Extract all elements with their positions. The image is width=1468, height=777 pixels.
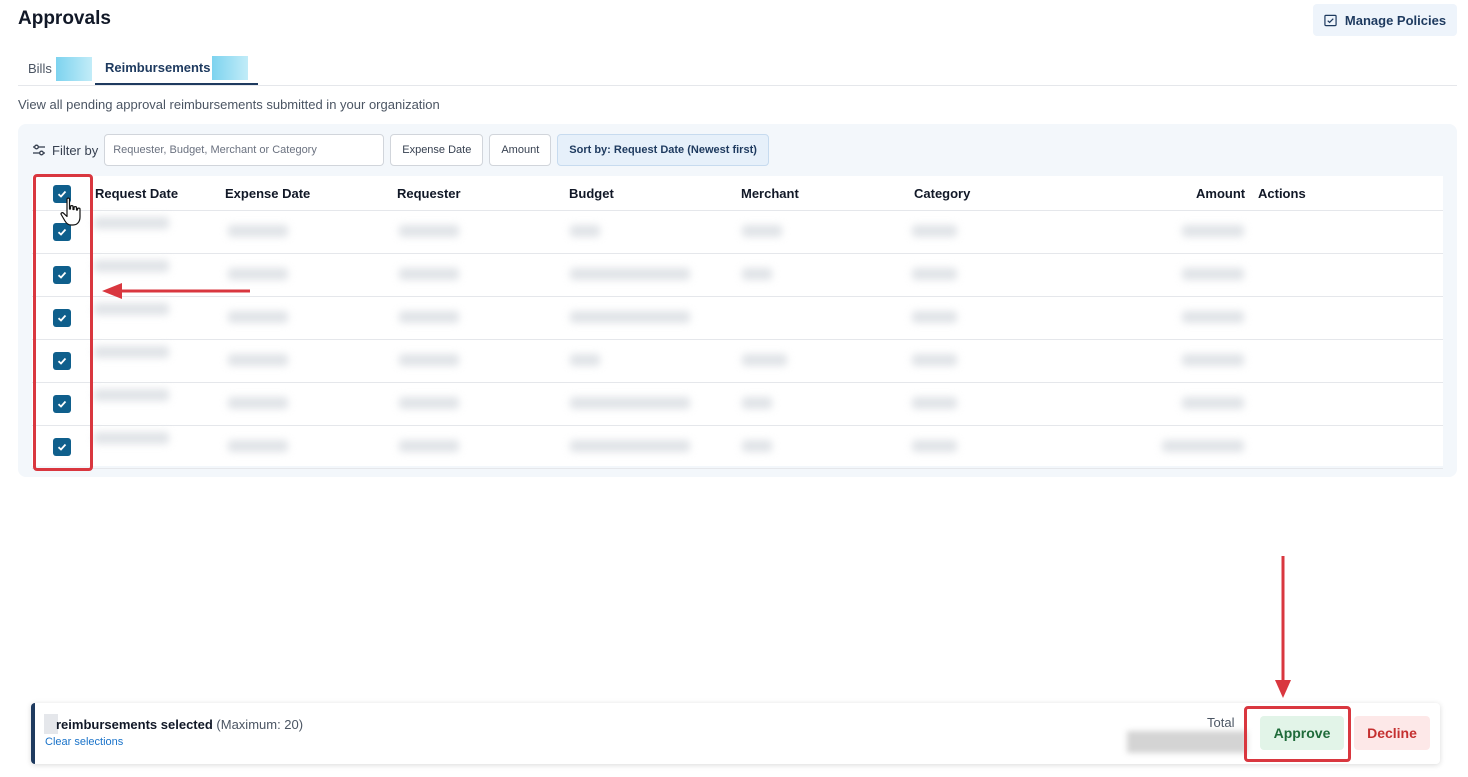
redacted-cell — [399, 225, 459, 237]
redacted-cell — [228, 311, 288, 323]
selection-text: reimbursements selected — [56, 717, 213, 732]
decline-button[interactable]: Decline — [1354, 716, 1430, 750]
redacted-cell — [399, 311, 459, 323]
reimbursements-card: Filter by Expense Date Amount Sort by: R… — [18, 124, 1457, 477]
column-actions: Actions — [1258, 186, 1306, 201]
amount-filter[interactable]: Amount — [489, 134, 552, 166]
redacted-cell — [1182, 225, 1244, 237]
column-expense-date[interactable]: Expense Date — [225, 186, 310, 201]
tab-bar: Bills Reimbursements — [18, 50, 1457, 86]
reimbursements-table: Request Date Expense Date Requester Budg… — [32, 176, 1443, 469]
down-arrow — [1275, 556, 1291, 698]
tab-bills-label: Bills — [28, 61, 52, 76]
total-label: Total — [1207, 715, 1235, 730]
redacted-cell — [570, 440, 690, 452]
redacted-cell — [399, 354, 459, 366]
hand-cursor-icon — [60, 197, 81, 226]
filter-label: Filter by — [32, 143, 98, 158]
table-row[interactable] — [32, 211, 1443, 254]
redacted-cell — [94, 432, 169, 444]
table-header: Request Date Expense Date Requester Budg… — [32, 176, 1443, 211]
redacted-cell — [399, 397, 459, 409]
manage-policies-button[interactable]: Manage Policies — [1313, 4, 1457, 36]
tab-reimbursements-badge — [212, 55, 249, 80]
redacted-cell — [912, 268, 957, 280]
table-row[interactable] — [32, 426, 1443, 469]
redacted-cell — [1182, 268, 1244, 280]
redacted-cell — [94, 217, 169, 229]
selection-maximum: (Maximum: 20) — [216, 717, 304, 732]
redacted-cell — [742, 268, 772, 280]
column-budget[interactable]: Budget — [569, 186, 614, 201]
redacted-cell — [1182, 397, 1244, 409]
redacted-cell — [742, 225, 782, 237]
redacted-cell — [570, 225, 600, 237]
table-row[interactable] — [32, 340, 1443, 383]
redacted-cell — [94, 260, 169, 272]
selection-footer: reimbursements selected (Maximum: 20) Cl… — [31, 703, 1440, 764]
search-input[interactable] — [104, 134, 385, 166]
redacted-cell — [399, 440, 459, 452]
redacted-cell — [228, 225, 288, 237]
redacted-cell — [399, 268, 459, 280]
redacted-cell — [570, 397, 690, 409]
tab-bills-badge — [55, 56, 92, 81]
approve-highlight-box — [1244, 706, 1351, 762]
redacted-cell — [1182, 354, 1244, 366]
redacted-cell — [228, 397, 288, 409]
table-row[interactable] — [32, 254, 1443, 297]
redacted-cell — [570, 311, 690, 323]
column-merchant[interactable]: Merchant — [741, 186, 799, 201]
tab-reimbursements-label: Reimbursements — [105, 60, 211, 75]
redacted-cell — [570, 268, 690, 280]
tab-reimbursements[interactable]: Reimbursements — [95, 52, 259, 85]
selection-summary: reimbursements selected (Maximum: 20) — [56, 717, 303, 732]
column-amount[interactable]: Amount — [1196, 186, 1245, 201]
expense-date-filter[interactable]: Expense Date — [390, 134, 484, 166]
policy-icon — [1324, 14, 1337, 26]
table-row[interactable] — [32, 383, 1443, 426]
redacted-cell — [228, 354, 288, 366]
redacted-cell — [570, 354, 600, 366]
clear-selections-link[interactable]: Clear selections — [45, 736, 123, 748]
redacted-cell — [94, 303, 169, 315]
table-row[interactable] — [32, 297, 1443, 340]
redacted-cell — [742, 440, 772, 452]
redacted-cell — [1162, 440, 1244, 452]
column-requester[interactable]: Requester — [397, 186, 461, 201]
redacted-cell — [912, 440, 957, 452]
redacted-cell — [228, 268, 288, 280]
total-amount — [1127, 731, 1247, 753]
redacted-cell — [912, 311, 957, 323]
page-title: Approvals — [18, 8, 111, 29]
column-category[interactable]: Category — [914, 186, 970, 201]
redacted-cell — [912, 225, 957, 237]
redacted-cell — [742, 397, 772, 409]
redacted-cell — [228, 440, 288, 452]
redacted-cell — [1182, 311, 1244, 323]
redacted-cell — [94, 346, 169, 358]
page-subtitle: View all pending approval reimbursements… — [18, 97, 440, 112]
filter-bar: Filter by Expense Date Amount Sort by: R… — [32, 134, 775, 166]
sort-dropdown[interactable]: Sort by: Request Date (Newest first) — [557, 134, 769, 166]
redacted-cell — [94, 389, 169, 401]
column-request-date[interactable]: Request Date — [95, 186, 178, 201]
filter-icon — [33, 144, 45, 156]
manage-policies-label: Manage Policies — [1344, 12, 1447, 28]
redacted-cell — [912, 354, 957, 366]
redacted-cell — [742, 354, 787, 366]
tab-bills[interactable]: Bills — [28, 52, 92, 85]
filter-label-text: Filter by — [52, 142, 99, 158]
redacted-cell — [912, 397, 957, 409]
